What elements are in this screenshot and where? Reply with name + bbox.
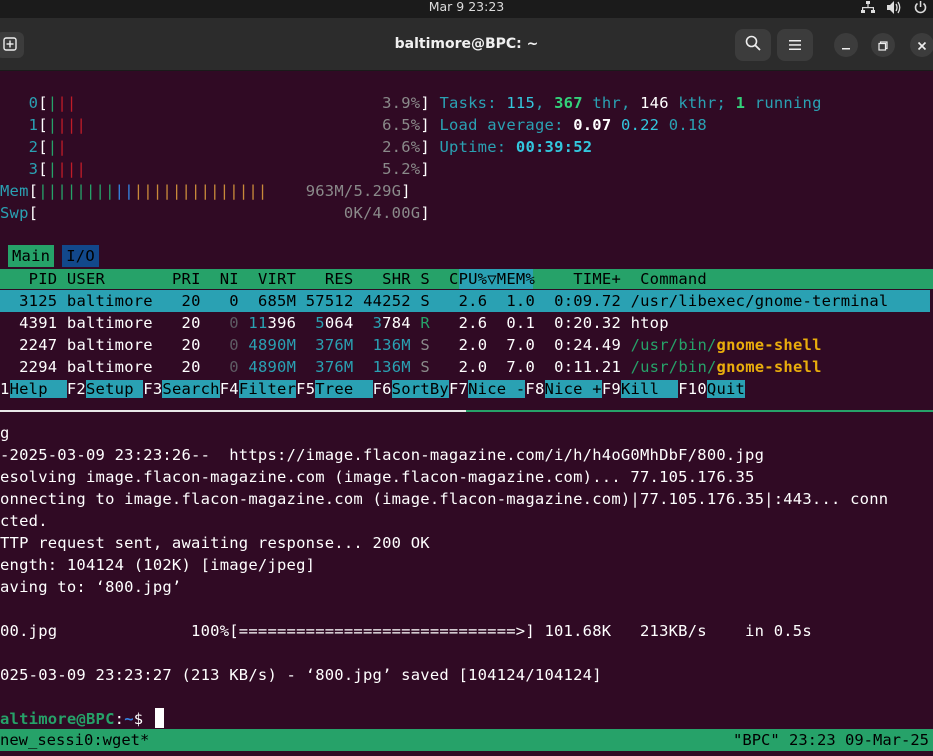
wget-output-line: g <box>0 424 10 442</box>
table-row[interactable]: 2247 baltimore 20 0 4890M 376M 136M S 2.… <box>0 334 822 356</box>
fkey-help-key[interactable]: 1 <box>0 380 10 398</box>
text-cursor <box>154 708 164 728</box>
wget-output-line: onnecting to image.flacon-magazine.com (… <box>0 490 889 508</box>
new-tab-icon <box>3 36 17 55</box>
fkey-kill-key[interactable]: F9 <box>601 380 621 398</box>
fkey-kill-label[interactable]: Kill <box>620 380 679 398</box>
col-command[interactable]: Command <box>640 270 707 288</box>
fkey-setup-label[interactable]: Setup <box>85 380 144 398</box>
wget-progress-line: 00.jpg 100%[============================… <box>0 622 812 640</box>
pane-divider[interactable] <box>0 410 466 412</box>
tmux-window-list[interactable]: new_sessi0:wget* <box>0 729 149 751</box>
restore-icon <box>878 36 888 55</box>
tab-io[interactable]: I/O <box>62 245 99 267</box>
fkey-filter-key[interactable]: F4 <box>219 380 239 398</box>
htop-tabs: Main I/O <box>0 245 99 267</box>
system-tray[interactable] <box>861 0 927 14</box>
table-row[interactable]: 3125 baltimore 20 0 685M 57512 44252 S 2… <box>0 290 888 312</box>
col-state[interactable]: S <box>420 270 430 288</box>
new-tab-button[interactable] <box>0 32 24 58</box>
wget-output-line: 025-03-09 23:23:27 (213 KB/s) - ‘800.jpg… <box>0 666 602 684</box>
fkey-nice-minus-label[interactable]: Nice - <box>468 380 526 398</box>
col-shr[interactable]: SHR <box>382 270 411 288</box>
fkey-nice-plus-label[interactable]: Nice + <box>544 380 602 398</box>
memory-meter: Mem[|||||||||||||||||||||||| 963M/5.29G] <box>0 182 411 200</box>
tmux-status-right: "BPC" 23:23 09-Mar-25 <box>733 731 929 749</box>
col-user[interactable]: USER <box>67 270 105 288</box>
fkey-search-key[interactable]: F3 <box>143 380 163 398</box>
cpu-meter-2: 2[|| 2.6%] Uptime: 00:39:52 <box>28 138 593 156</box>
col-time[interactable]: TIME+ <box>573 270 621 288</box>
search-button[interactable] <box>735 29 771 61</box>
close-icon <box>917 36 927 55</box>
cpu-meter-0: 0[||| 3.9%] Tasks: 115, 367 thr, 146 kth… <box>28 94 822 112</box>
close-button[interactable] <box>910 33 933 57</box>
maximize-button[interactable] <box>871 33 895 57</box>
shell-prompt[interactable]: altimore@BPC:~$ <box>0 708 164 730</box>
fkey-setup-key[interactable]: F2 <box>66 380 86 398</box>
tab-main[interactable]: Main <box>8 245 55 267</box>
col-pid[interactable]: PID <box>29 270 58 288</box>
function-key-bar: 1Help F2Setup F3SearchF4FilterF5Tree F6S… <box>0 378 933 400</box>
table-row[interactable]: 4391 baltimore 20 0 11396 5064 3784 R 2.… <box>0 312 669 334</box>
col-ni[interactable]: NI <box>220 270 239 288</box>
fkey-quit-label[interactable]: Quit <box>706 380 746 398</box>
hamburger-menu-icon <box>788 36 802 55</box>
wget-output-line: ength: 104124 (102K) [image/jpeg] <box>0 556 316 574</box>
fkey-search-label[interactable]: Search <box>162 380 220 398</box>
prompt-user: altimore@BPC <box>0 710 115 728</box>
swap-meter: Swp[ 0K/4.00G] <box>0 204 430 222</box>
fkey-quit-key[interactable]: F10 <box>678 380 707 398</box>
clock[interactable]: Mar 9 23:23 <box>0 0 933 14</box>
minimize-icon <box>841 36 851 55</box>
system-top-bar: Mar 9 23:23 <box>0 0 933 18</box>
volume-icon[interactable] <box>887 0 902 14</box>
col-cpu[interactable]: CPU%▽ <box>449 270 497 288</box>
terminal-title-bar[interactable]: baltimore@BPC: ~ <box>0 18 933 71</box>
col-virt[interactable]: VIRT <box>258 270 296 288</box>
fkey-nice-plus-key[interactable]: F8 <box>525 380 545 398</box>
tmux-status-bar[interactable]: new_sessi0:wget* "BPC" 23:23 09-Mar-25 <box>0 729 933 751</box>
cpu-meter-3: 3[|||| 5.2%] <box>28 160 430 178</box>
menu-button[interactable] <box>777 29 813 61</box>
pane-divider-active[interactable] <box>466 410 933 412</box>
wget-output-line: cted. <box>0 512 48 530</box>
prompt-symbol: $ <box>133 710 153 728</box>
minimize-button[interactable] <box>834 33 858 57</box>
cpu-meter-1: 1[|||| 6.5%] Load average: 0.07 0.22 0.1… <box>28 116 707 134</box>
network-icon[interactable] <box>861 0 875 14</box>
table-row[interactable]: 2294 baltimore 20 0 4890M 376M 136M S 2.… <box>0 356 822 378</box>
col-res[interactable]: RES <box>325 270 354 288</box>
search-icon <box>745 35 761 55</box>
fkey-tree-key[interactable]: F5 <box>296 380 316 398</box>
fkey-filter-label[interactable]: Filter <box>238 380 297 398</box>
col-pri[interactable]: PRI <box>172 270 201 288</box>
fkey-nice-minus-key[interactable]: F7 <box>448 380 469 398</box>
fkey-tree-label[interactable]: Tree <box>315 380 373 398</box>
prompt-path: ~ <box>124 710 134 728</box>
fkey-sortby-label[interactable]: SortBy <box>391 380 449 398</box>
wget-output-line: -2025-03-09 23:23:26-- https://image.fla… <box>0 446 765 464</box>
process-header-labels: PID USER PRI NI VIRT RES SHR S CPU%▽MEM%… <box>0 268 707 290</box>
fkey-help-label[interactable]: Help <box>9 380 67 398</box>
wget-output-line: esolving image.flacon-magazine.com (imag… <box>0 468 755 486</box>
col-mem[interactable]: MEM% <box>497 270 535 288</box>
terminal-viewport[interactable]: 0[||| 3.9%] Tasks: 115, 367 thr, 146 kth… <box>0 71 933 756</box>
power-icon[interactable] <box>914 0 927 14</box>
wget-output-line: TTP request sent, awaiting response... 2… <box>0 534 430 552</box>
fkey-sortby-key[interactable]: F6 <box>372 380 392 398</box>
wget-output-line: aving to: ‘800.jpg’ <box>0 578 182 596</box>
